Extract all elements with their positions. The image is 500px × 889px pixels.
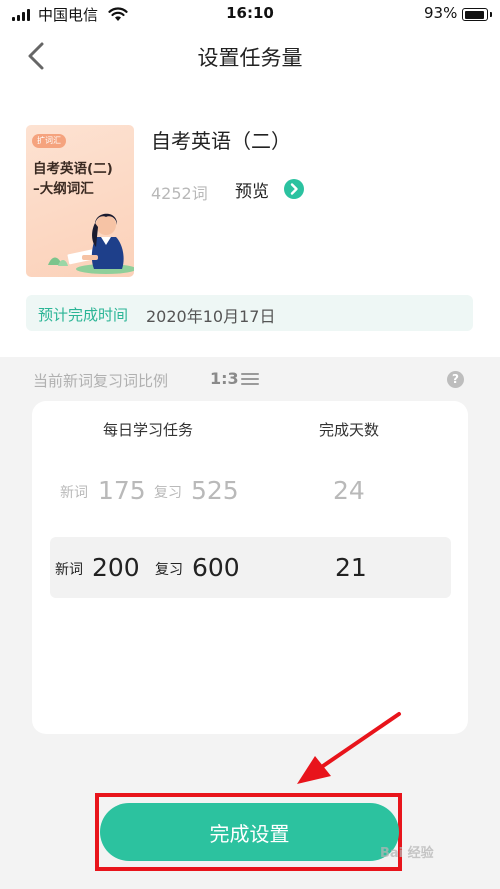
cover-badge: 扩词汇 xyxy=(32,134,66,148)
watermark: Bai 经验 xyxy=(380,846,434,861)
annotation-arrow xyxy=(297,712,401,784)
ratio-value[interactable]: 1:3 xyxy=(210,369,239,388)
review-words-count: 600 xyxy=(192,553,240,582)
cover-title-line1: 自考英语(二) xyxy=(33,161,113,177)
eta-label: 预计完成时间 xyxy=(38,306,129,324)
estimated-completion-bar: 预计完成时间 2020年10月17日 xyxy=(26,295,473,331)
menu-icon[interactable] xyxy=(241,372,259,386)
chevron-right-circle-icon xyxy=(284,178,305,199)
cover-title-line2: –大纲词汇 xyxy=(33,181,94,197)
ratio-label: 当前新词复习词比例 xyxy=(33,372,169,390)
word-count: 4252词 xyxy=(151,184,208,203)
new-words-label: 新词 xyxy=(60,485,88,501)
review-words-label: 复习 xyxy=(154,485,182,501)
new-words-count: 175 xyxy=(98,476,146,505)
battery-icon xyxy=(462,8,492,21)
column-header-daily-task: 每日学习任务 xyxy=(103,421,194,439)
plan-option-row-selected[interactable]: 新词 200 复习 600 21 xyxy=(50,537,451,598)
new-words-count: 200 xyxy=(92,553,140,582)
days-count: 24 xyxy=(333,476,365,505)
days-count: 21 xyxy=(335,553,367,582)
new-words-label: 新词 xyxy=(55,562,83,578)
eta-value: 2020年10月17日 xyxy=(146,307,276,326)
status-bar: 中国电信 16:10 93% xyxy=(0,0,500,28)
preview-label: 预览 xyxy=(235,182,269,202)
column-header-days: 完成天数 xyxy=(319,421,380,439)
help-icon[interactable]: ? xyxy=(447,371,464,388)
book-cover[interactable]: 扩词汇 自考英语(二) –大纲词汇 xyxy=(26,125,134,277)
battery-level-fill xyxy=(464,10,485,19)
student-illustration xyxy=(48,213,134,274)
page-title: 设置任务量 xyxy=(197,46,303,70)
plan-option-row[interactable]: 新词 175 复习 525 24 xyxy=(32,460,468,520)
review-words-label: 复习 xyxy=(155,562,183,578)
battery-percentage: 93% xyxy=(424,4,458,22)
review-words-count: 525 xyxy=(191,476,239,505)
book-title: 自考英语（二） xyxy=(151,129,291,153)
complete-setup-button[interactable]: 完成设置 xyxy=(100,803,399,861)
preview-button[interactable]: 预览 xyxy=(235,177,305,205)
cover-title: 自考英语(二) –大纲词汇 xyxy=(33,159,133,199)
